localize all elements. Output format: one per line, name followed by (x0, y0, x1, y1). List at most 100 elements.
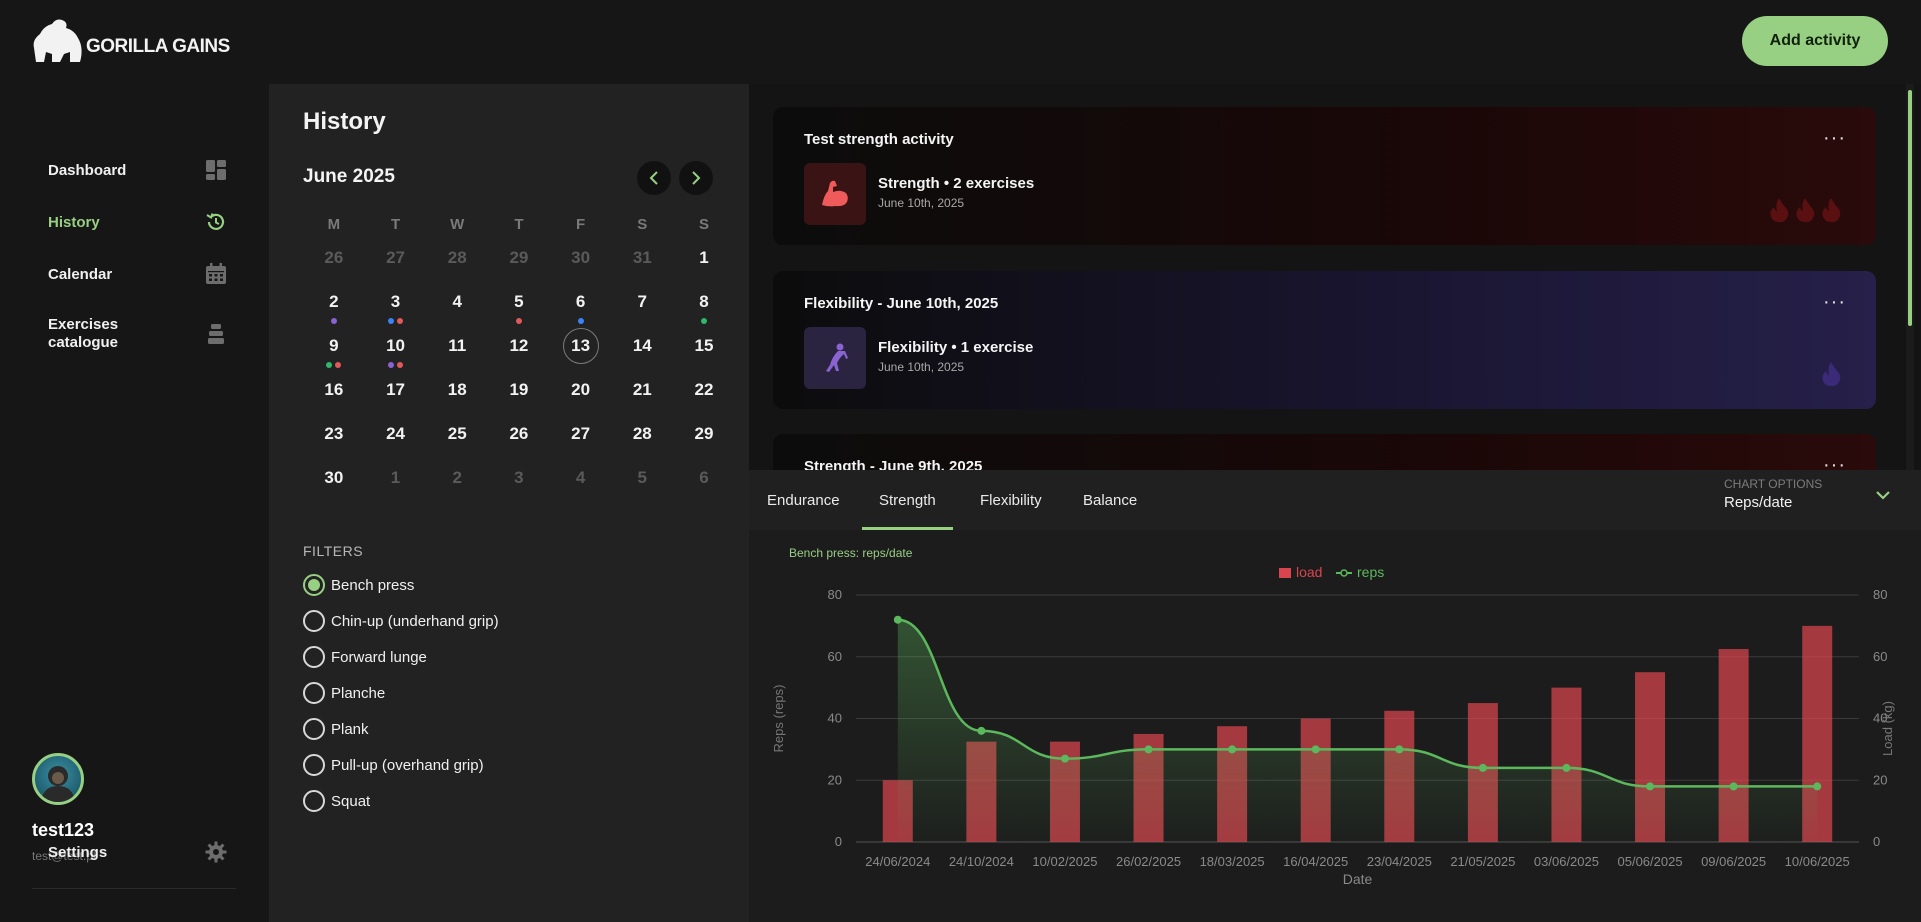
calendar-icon (204, 262, 228, 286)
calendar-day[interactable]: 26 (303, 242, 365, 286)
more-options-icon[interactable]: ··· (1823, 127, 1846, 150)
chevron-down-icon[interactable] (1875, 488, 1891, 506)
sidebar-item-calendar[interactable]: Calendar (48, 260, 228, 288)
tab-balance[interactable]: Balance (1083, 470, 1137, 530)
calendar-day[interactable]: 9 (303, 330, 365, 374)
activity-dots (365, 362, 427, 368)
tab-strength[interactable]: Strength (862, 470, 953, 530)
calendar-day[interactable]: 25 (426, 418, 488, 462)
calendar-day[interactable]: 2 (426, 462, 488, 506)
activity-dot (700, 318, 707, 324)
activity-summary: Flexibility • 1 exercise (878, 339, 1034, 356)
calendar-day[interactable]: 26 (488, 418, 550, 462)
calendar-day[interactable]: 12 (488, 330, 550, 374)
calendar-day[interactable]: 19 (488, 374, 550, 418)
calendar-day-number: 2 (329, 292, 339, 311)
filter-option[interactable]: Pull-up (overhand grip) (303, 754, 484, 776)
calendar-day[interactable]: 4 (426, 286, 488, 330)
filter-option[interactable]: Squat (303, 790, 370, 812)
calendar-day-number: 30 (324, 468, 344, 487)
calendar-day[interactable]: 30 (550, 242, 612, 286)
calendar-day[interactable]: 20 (550, 374, 612, 418)
radio-button[interactable] (303, 682, 325, 704)
calendar-day[interactable]: 27 (365, 242, 427, 286)
calendar-day-number: 28 (447, 248, 467, 267)
calendar-day[interactable]: 22 (673, 374, 735, 418)
more-options-icon[interactable]: ··· (1823, 454, 1846, 470)
calendar-day[interactable]: 6 (550, 286, 612, 330)
tab-flexibility[interactable]: Flexibility (980, 470, 1042, 530)
calendar-day[interactable]: 31 (611, 242, 673, 286)
calendar-day[interactable]: 23 (303, 418, 365, 462)
calendar-day-number: 5 (514, 292, 524, 311)
gear-icon (204, 840, 228, 864)
tab-endurance[interactable]: Endurance (767, 470, 840, 530)
calendar-day[interactable]: 17 (365, 374, 427, 418)
calendar-day[interactable]: 28 (611, 418, 673, 462)
weekday-label: T (390, 215, 401, 233)
sidebar-item-exercises-catalogue[interactable]: Exercises catalogue (48, 314, 228, 354)
calendar-day-today[interactable]: 13 (550, 328, 612, 374)
radio-button[interactable] (303, 790, 325, 812)
sidebar-item-settings[interactable]: Settings (48, 838, 228, 866)
calendar-day[interactable]: 16 (303, 374, 365, 418)
sidebar-item-dashboard[interactable]: Dashboard (48, 156, 228, 184)
calendar-day[interactable]: 30 (303, 462, 365, 506)
activity-card[interactable]: Flexibility - June 10th, 2025 ··· Flexib… (773, 271, 1876, 409)
filter-option[interactable]: Planche (303, 682, 385, 704)
add-activity-button[interactable]: Add activity (1742, 16, 1888, 66)
calendar-day[interactable]: 14 (611, 330, 673, 374)
calendar-day[interactable]: 28 (426, 242, 488, 286)
calendar-day[interactable]: 8 (673, 286, 735, 330)
calendar-day-number: 13 (562, 328, 599, 364)
next-month-button[interactable] (679, 161, 713, 195)
calendar-day[interactable]: 21 (611, 374, 673, 418)
calendar-day[interactable]: 29 (488, 242, 550, 286)
reps-point (893, 615, 902, 624)
calendar-day[interactable]: 3 (488, 462, 550, 506)
brand-logo[interactable]: GORILLA GAINS (30, 18, 230, 62)
calendar-day-number: 25 (447, 424, 467, 443)
reps-point (1228, 745, 1237, 754)
calendar-day[interactable]: 11 (426, 330, 488, 374)
filter-option[interactable]: Plank (303, 718, 369, 740)
activity-card[interactable]: Strength - June 9th, 2025 ··· (773, 434, 1876, 470)
calendar-day[interactable]: 24 (365, 418, 427, 462)
chart-options-label: CHART OPTIONS (1724, 477, 1823, 491)
prev-month-button[interactable] (637, 161, 671, 195)
calendar-day[interactable]: 5 (611, 462, 673, 506)
radio-button[interactable] (303, 574, 325, 596)
calendar-day[interactable]: 15 (673, 330, 735, 374)
filter-option[interactable]: Forward lunge (303, 646, 427, 668)
activity-card[interactable]: Test strength activity ··· Strength • 2 … (773, 107, 1876, 245)
scrollbar-thumb[interactable] (1908, 90, 1912, 326)
x-tick-label: 21/05/2025 (1450, 854, 1515, 869)
calendar-day[interactable]: 10 (365, 330, 427, 374)
chart-options-select[interactable]: Reps/date (1724, 494, 1792, 511)
calendar-day[interactable]: 4 (550, 462, 612, 506)
calendar-day[interactable]: 27 (550, 418, 612, 462)
calendar-day-number: 26 (324, 248, 344, 267)
calendar-day[interactable]: 18 (426, 374, 488, 418)
calendar-day[interactable]: 3 (365, 286, 427, 330)
activity-summary: Strength • 2 exercises (878, 175, 1035, 192)
filter-option[interactable]: Bench press (303, 574, 414, 596)
radio-button[interactable] (303, 754, 325, 776)
more-options-icon[interactable]: ··· (1823, 291, 1846, 314)
calendar-day[interactable]: 1 (365, 462, 427, 506)
avatar[interactable] (32, 753, 84, 805)
activity-dots (303, 318, 365, 324)
radio-button[interactable] (303, 646, 325, 668)
calendar-day[interactable]: 1 (673, 242, 735, 286)
calendar-day[interactable]: 2 (303, 286, 365, 330)
filter-option[interactable]: Chin-up (underhand grip) (303, 610, 499, 632)
radio-button[interactable] (303, 718, 325, 740)
calendar-day[interactable]: 5 (488, 286, 550, 330)
radio-button[interactable] (303, 610, 325, 632)
sidebar-item-history[interactable]: History (48, 208, 228, 236)
calendar-day[interactable]: 7 (611, 286, 673, 330)
flame-icon (1770, 198, 1789, 223)
calendar-day[interactable]: 6 (673, 462, 735, 506)
sidebar-item-label: Dashboard (48, 161, 127, 179)
calendar-day[interactable]: 29 (673, 418, 735, 462)
